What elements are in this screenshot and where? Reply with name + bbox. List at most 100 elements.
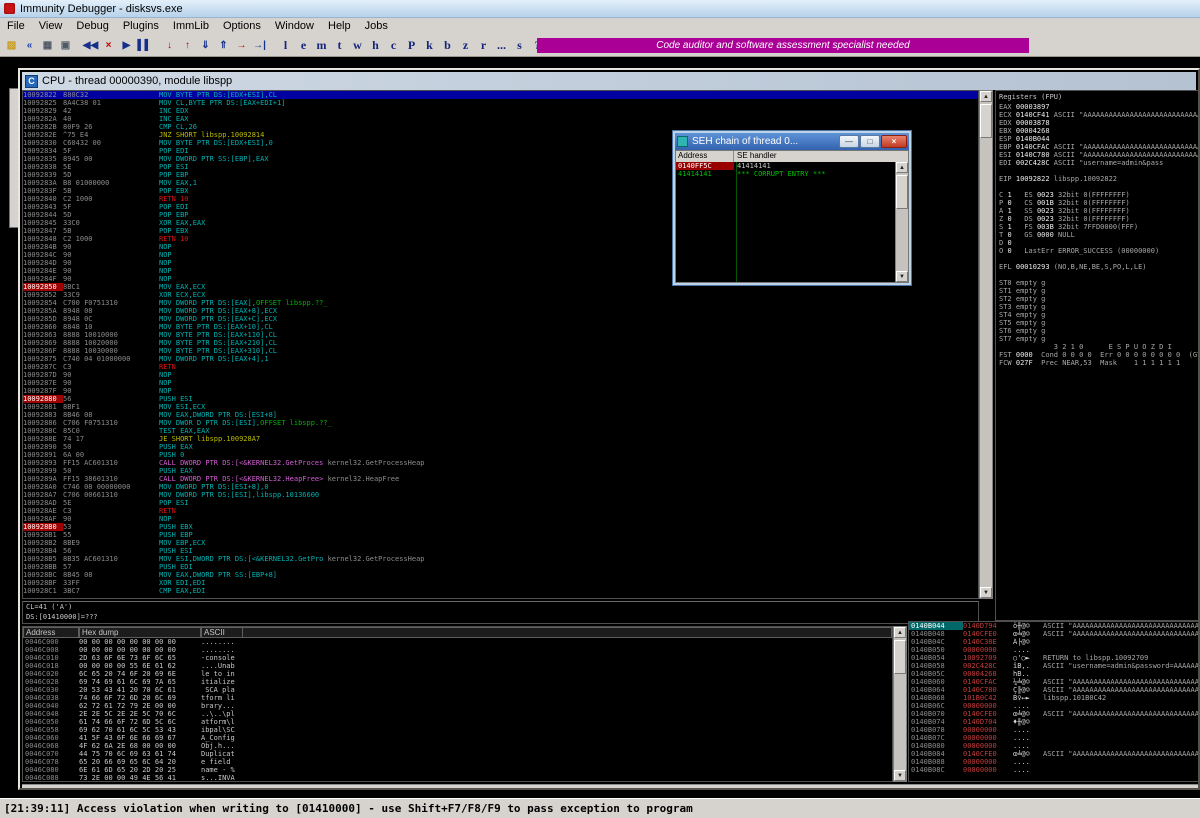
scroll-up-icon[interactable]: ▲ (896, 162, 908, 173)
disasm-row[interactable]: 10092880 56 PUSH ESI (23, 395, 978, 403)
disasm-row[interactable]: 1009286F 8888 10030000 MOV BYTE PTR DS:[EA… (23, 347, 978, 355)
dump-row[interactable]: 0046C020 6C 65 20 74 6F 20 69 6E le to in (23, 670, 892, 678)
dump-row[interactable]: 0046C078 65 20 66 69 65 6C 64 20 e field (23, 758, 892, 766)
stack-row[interactable]: 0140B05C 00004268 hB.. (909, 670, 1198, 678)
until-return-icon[interactable]: → (233, 37, 250, 54)
step-over-icon[interactable]: ↑ (179, 37, 196, 54)
disasm-row[interactable]: 10092890 50 PUSH EAX (23, 443, 978, 451)
disasm-row[interactable]: 1009282A 40 INC EAX (23, 115, 978, 123)
scrollbar-thumb[interactable] (896, 175, 908, 209)
step-back-icon[interactable]: ◀◀ (82, 37, 99, 54)
disasm-row[interactable]: 1009289A FF15 38601310 CALL DWORD PTR DS:[… (23, 475, 978, 483)
disasm-row[interactable]: 100928B0 53 PUSH EBX (23, 523, 978, 531)
disasm-row[interactable]: 100928BB 57 PUSH EDI (23, 563, 978, 571)
scrollbar-track[interactable] (980, 102, 992, 587)
stack-row[interactable]: 0140B070 0140CFE0 α╧@☺ ASCII "AAAAAAAAAAAAA… (909, 710, 1198, 718)
disassembly-scrollbar[interactable]: ▲ ▼ (979, 90, 993, 599)
seh-header[interactable]: Address SE handler (676, 151, 908, 162)
disasm-row[interactable]: 100928B4 56 PUSH ESI (23, 547, 978, 555)
stack-row[interactable]: 0140B058 002C428C îB,. ASCII "username=admi… (909, 662, 1198, 670)
menu-immlib[interactable]: ImmLib (166, 19, 216, 33)
disasm-row[interactable]: 100928B5 8B35 AC601310 MOV ESI,DWORD PTR D… (23, 555, 978, 563)
menu-window[interactable]: Window (268, 19, 321, 33)
dump-row[interactable]: 0046C028 69 74 69 61 6C 69 7A 65 itialize (23, 678, 892, 686)
trace-over-icon[interactable]: ⇑ (215, 37, 232, 54)
disasm-row[interactable]: 10092822 880C32 MOV BYTE PTR DS:[EDX+ESI],… (23, 91, 978, 99)
disasm-row[interactable]: 10092825 8A4C38 01 MOV CL,BYTE PTR DS:[EAX… (23, 99, 978, 107)
cpu-horizontal-scrollbar[interactable] (22, 784, 1198, 788)
stack-row[interactable]: 0140B06C 00000000.... (909, 702, 1198, 710)
title-bar[interactable]: Immunity Debugger - disksvs.exe (0, 0, 1200, 18)
dump-row[interactable]: 0046C068 4F 62 6A 2E 68 00 00 00 Obj.h... (23, 742, 892, 750)
seh-scrollbar[interactable]: ▲ ▼ (895, 162, 908, 282)
disasm-row[interactable]: 1009287E 90 NOP (23, 379, 978, 387)
disasm-row[interactable]: 100928BF 33FF XOR EDI,EDI (23, 579, 978, 587)
disasm-row[interactable]: 10092829 42 INC EDX (23, 107, 978, 115)
menu-jobs[interactable]: Jobs (358, 19, 395, 33)
toolbar-letter-h[interactable]: h (367, 37, 384, 54)
disasm-row[interactable]: 100928A0 C746 08 00000000 MOV DWORD PTR DS… (23, 483, 978, 491)
menu-file[interactable]: File (0, 19, 32, 33)
scrollbar-track[interactable] (894, 638, 906, 770)
dump-row[interactable]: 0046C058 69 62 70 61 6C 5C 53 43 ibpal\SC (23, 726, 892, 734)
dump-row[interactable]: 0046C050 61 74 66 6F 72 6D 5C 6C atform\l (23, 718, 892, 726)
close-button[interactable]: × (881, 135, 907, 148)
scrollbar-thumb[interactable] (980, 104, 992, 138)
toolbar-letter-z[interactable]: z (457, 37, 474, 54)
dump-row[interactable]: 0046C000 00 00 00 00 00 00 00 00........ (23, 638, 892, 646)
dump-scrollbar[interactable]: ▲ ▼ (893, 626, 907, 782)
toolbar-letter-e[interactable]: e (295, 37, 312, 54)
disasm-row[interactable]: 10092881 8BF1 MOV ESI,ECX (23, 403, 978, 411)
disasm-row[interactable]: 10092869 8888 10020000 MOV BYTE PTR DS:[EA… (23, 339, 978, 347)
dump-row[interactable]: 0046C040 62 72 61 72 79 2E 00 00 brary... (23, 702, 892, 710)
disasm-row[interactable]: 10092860 8848 10 MOV BYTE PTR DS:[EAX+10],… (23, 323, 978, 331)
dump-row[interactable]: 0046C038 74 66 6F 72 6D 20 6C 69 tform li (23, 694, 892, 702)
stack-row[interactable]: 0140B074 0140D704 ♦╫@☺ (909, 718, 1198, 726)
dump-row[interactable]: 0046C048 2E 2E 5C 2E 2E 5C 70 6C ..\..\pl (23, 710, 892, 718)
dump-row[interactable]: 0046C080 6E 61 6D 65 20 2D 20 25 name - % (23, 766, 892, 774)
disasm-row[interactable]: 10092891 6A 00 PUSH 0 (23, 451, 978, 459)
registers-pane[interactable]: Registers (FPU) EAX 00003897 ECX 0140CF41… (995, 90, 1198, 621)
stack-row[interactable]: 0140B080 00000000.... (909, 742, 1198, 750)
scroll-up-icon[interactable]: ▲ (980, 91, 992, 102)
stack-row[interactable]: 0140B064 0140C780 Ç╟@☺ ASCII "AAAAAAAAAAAAA… (909, 686, 1198, 694)
toolbar-letter-b[interactable]: b (439, 37, 456, 54)
open-file-icon[interactable]: ▨ (3, 37, 20, 54)
scroll-down-icon[interactable]: ▼ (894, 770, 906, 781)
disasm-row[interactable]: 1009287C C3 RETN (23, 363, 978, 371)
stack-row[interactable]: 0140B050 00000000.... (909, 646, 1198, 654)
disasm-row[interactable]: 1009288C 85C0 TEST EAX,EAX (23, 427, 978, 435)
toolbar-letter-s[interactable]: s (511, 37, 528, 54)
dump-row[interactable]: 0046C060 41 5F 43 6F 6E 66 69 67 A_Config (23, 734, 892, 742)
dump-row[interactable]: 0046C088 73 2E 00 00 49 4E 56 41 s...INVA (23, 774, 892, 781)
disasm-row[interactable]: 100928BC 8B45 08 MOV EAX,DWORD PTR SS:[EBP… (23, 571, 978, 579)
toolbar-letter-t[interactable]: t (331, 37, 348, 54)
stack-pane[interactable]: 0140B044 0140D794 ö╫@☺ ASCII "AAAAAAAAAAAAA… (908, 621, 1198, 782)
disasm-row[interactable]: 1009287F 90 NOP (23, 387, 978, 395)
dump-pane[interactable]: Address Hex dump ASCII 0046C000 00 00 00 … (22, 626, 893, 782)
menu-debug[interactable]: Debug (69, 19, 115, 33)
toolbar-letter-P[interactable]: P (403, 37, 420, 54)
dump-row[interactable]: 0046C008 00 00 00 00 00 00 00 00........ (23, 646, 892, 654)
job-banner[interactable]: Code auditor and software assessment spe… (537, 38, 1029, 53)
stack-row[interactable]: 0140B078 00000000.... (909, 726, 1198, 734)
disasm-row[interactable]: 1009287D 90 NOP (23, 371, 978, 379)
dump-row[interactable]: 0046C070 44 75 70 6C 69 63 61 74 Duplicat (23, 750, 892, 758)
stack-row[interactable]: 0140B04C 0140C38E Ä├@☺ (909, 638, 1198, 646)
scroll-down-icon[interactable]: ▼ (896, 271, 908, 282)
stack-row[interactable]: 0140B068 101B0C42 B♀←► libspp.101B0C42 (909, 694, 1198, 702)
toolbar-letter-m[interactable]: m (313, 37, 330, 54)
disasm-row[interactable]: 10092886 C706 F0751310 MOV DWOR D PTR DS:[… (23, 419, 978, 427)
dump-col-ascii[interactable]: ASCII (201, 627, 243, 638)
disasm-row[interactable]: 100928AF 90 NOP (23, 515, 978, 523)
maximize-button[interactable]: □ (860, 135, 880, 148)
stack-row[interactable]: 0140B08C 00000000.... (909, 766, 1198, 774)
seh-row[interactable]: 41414141 *** CORRUPT ENTRY *** (676, 170, 908, 178)
run-icon[interactable]: ▶ (118, 37, 135, 54)
toolbar-letter-l[interactable]: l (277, 37, 294, 54)
disasm-row[interactable]: 1009285D 8948 0C MOV DWORD PTR DS:[EAX+C],… (23, 315, 978, 323)
pause-icon[interactable]: ▌▌ (136, 37, 153, 54)
toolbar-letter-r[interactable]: r (475, 37, 492, 54)
menu-help[interactable]: Help (321, 19, 358, 33)
toolbar-letter-sym12[interactable]: ... (493, 37, 510, 54)
